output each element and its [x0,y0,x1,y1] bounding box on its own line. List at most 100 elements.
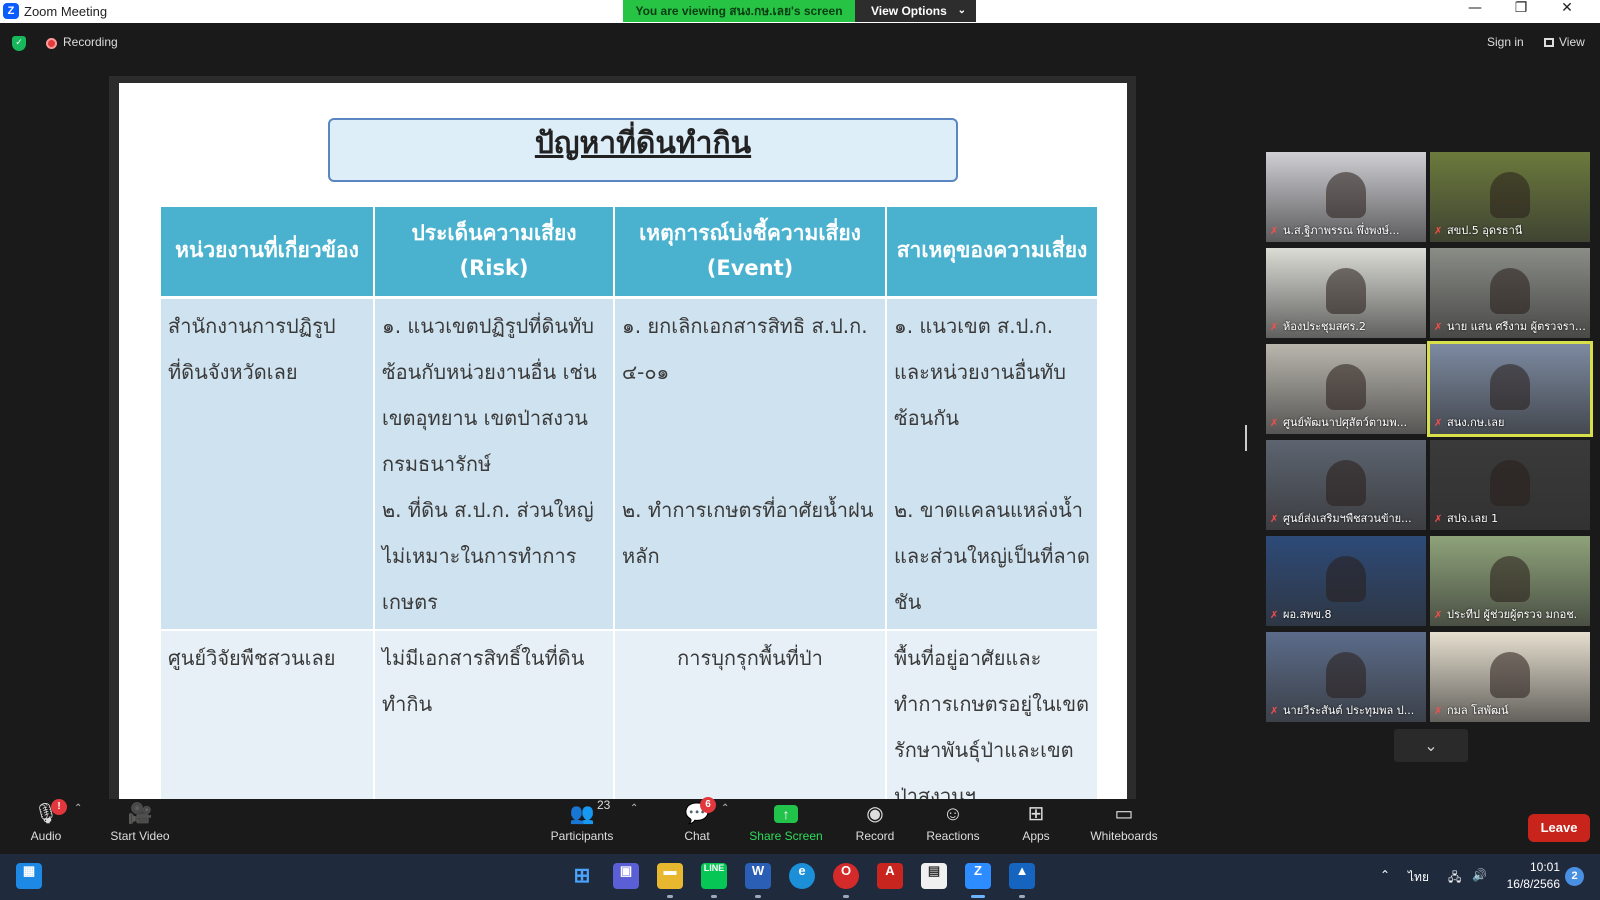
view-options-label: View Options [871,4,947,18]
table-header: เหตุการณ์บ่งชี้ความเสี่ยง (Event) [614,207,887,299]
video-tile[interactable]: ✗ นาย แสน ศรีงาม ผู้ตรวจราช... [1430,248,1590,338]
network-icon[interactable]: 🖧 [1448,868,1461,889]
video-tile[interactable]: ✗ กมล โสพัฒน์ [1430,632,1590,722]
taskbar-clock[interactable]: 10:01 16/8/2566 [1500,859,1560,893]
chevron-down-icon: ⌄ [1424,736,1438,755]
risk-table: หน่วยงานที่เกี่ยวข้อง ประเด็นความเสี่ยง … [161,207,1099,799]
audio-label: Audio [30,829,62,843]
participant-name: สปจ.เลย 1 [1447,512,1499,525]
video-off-icon: 🎥 [127,803,153,825]
chevron-up-icon: ⌃ [721,803,730,814]
participant-name: กมล โสพัฒน์ [1447,704,1509,717]
video-tile[interactable]: ✗ ศูนย์ส่งเสริมฯพืชสวนข้าย... [1266,440,1426,530]
clock-date: 16/8/2566 [1506,877,1560,891]
muted-mic-icon: ✗ [1434,226,1443,237]
video-tile[interactable]: ✗ น.ส.ฐิภาพรรณ พึ่งพงษ์... [1266,152,1426,242]
cause-item: ๑. แนวเขต ส.ป.ก. และหน่วยงานอื่นทับซ้อนก… [894,313,1066,430]
video-tile[interactable]: ✗ นายวีระสันต์ ประทุมพล ป... [1266,632,1426,722]
running-indicator [711,895,717,898]
participant-silhouette [1326,364,1366,410]
gallery-next-page-button[interactable]: ⌄ [1394,729,1468,762]
muted-mic-icon: ✗ [1434,322,1443,333]
event-item: ๒. ทำการเกษตรที่อาศัยน้ำฝนหลัก [622,497,874,568]
notepad-icon[interactable]: ▤ [921,863,947,889]
maximize-button[interactable]: ❐ [1498,0,1544,22]
minimize-button[interactable]: — [1452,0,1498,22]
record-button[interactable]: ◉ Record [850,799,900,854]
audio-button[interactable]: 🎙 Audio ! [22,799,70,854]
teams-chat-icon[interactable]: ▣ [613,863,639,889]
chevron-up-icon[interactable]: ⌃ [1380,868,1390,882]
video-tile[interactable]: ✗ สปจ.เลย 1 [1430,440,1590,530]
input-language-indicator[interactable]: ไทย [1408,868,1429,887]
file-explorer-icon[interactable]: ▬ [657,863,683,889]
photos-icon[interactable]: ▲ [1009,863,1035,889]
close-button[interactable]: ✕ [1544,0,1590,22]
clock-time: 10:01 [1529,860,1560,874]
record-label: Record [855,829,895,843]
apps-icon: ⊞ [1027,803,1045,825]
participant-name: สนง.กษ.เลย [1447,416,1505,429]
word-icon[interactable]: W [745,863,771,889]
share-screen-icon: ↑ [774,805,798,823]
start-menu-icon[interactable]: ⊞ [569,863,595,889]
muted-mic-icon: ✗ [1270,322,1279,333]
participants-button[interactable]: 👥 Participants 23 [549,798,615,854]
volume-icon[interactable]: 🔊 [1472,868,1487,882]
active-app-indicator [971,895,985,898]
video-tile[interactable]: ✗ สนง.กษ.เลย [1427,341,1593,437]
encryption-shield-icon[interactable]: ✓ [12,36,26,51]
edge-browser-icon[interactable]: e [789,863,815,889]
start-video-label: Start Video [110,829,170,843]
line-app-icon[interactable]: LINE [701,863,727,889]
acrobat-icon[interactable]: A [877,863,903,889]
running-indicator [843,895,849,898]
table-header: หน่วยงานที่เกี่ยวข้อง [161,207,375,299]
participant-name: นายวีระสันต์ ประทุมพล ป... [1283,704,1415,717]
video-tile[interactable]: ✗ ประทีป ผู้ช่วยผู้ตรวจ มกอช. [1430,536,1590,626]
recording-label[interactable]: Recording [63,35,118,49]
table-row: ศูนย์วิจัยพืชสวนเลย ไม่มีเอกสารสิทธิ์ในท… [161,629,1099,799]
risk-item: ๒. ที่ดิน ส.ป.ก. ส่วนใหญ่ไม่เหมาะในการทำ… [382,497,594,614]
participant-silhouette [1326,556,1366,602]
reactions-button[interactable]: ☺ Reactions [925,799,981,854]
muted-mic-icon: ✗ [1434,418,1443,429]
video-tile[interactable]: ✗ ห้องประชุมสศร.2 [1266,248,1426,338]
opera-browser-icon[interactable]: O [833,863,859,889]
participant-name: ศูนย์ส่งเสริมฯพืชสวนข้าย... [1283,512,1412,525]
video-tile[interactable]: ✗ ศูนย์พัฒนาปศุสัตว์ตามพ... [1266,344,1426,434]
participant-name: ผอ.สพข.8 [1283,608,1332,621]
sign-in-link[interactable]: Sign in [1487,35,1524,49]
whiteboards-button[interactable]: ▭ Whiteboards [1088,799,1160,854]
chat-button[interactable]: 💬 Chat 6 [675,797,719,854]
window-title: Zoom Meeting [24,4,108,19]
widgets-icon[interactable]: ▦ [16,863,42,889]
video-tile[interactable]: ✗ สขป.5 อุดรธานี [1430,152,1590,242]
gallery-resize-handle[interactable] [1245,425,1247,451]
cause-item: ๒. ขาดแคลนแหล่งน้ำและส่วนใหญ่เป็นที่ลาดช… [894,497,1090,614]
zoom-taskbar-icon[interactable]: Z [965,863,991,889]
apps-button[interactable]: ⊞ Apps [1016,799,1056,854]
participants-label: Participants [550,829,614,843]
audio-options-caret[interactable]: ⌃ [72,799,86,854]
view-button[interactable]: View [1544,35,1585,49]
participants-options-caret[interactable]: ⌃ [628,799,642,854]
table-header: สาเหตุของความเสี่ยง [886,207,1099,299]
chevron-down-icon: ⌄ [957,5,966,16]
chat-unread-badge: 6 [700,797,716,813]
muted-mic-icon: ✗ [1270,226,1279,237]
share-screen-button[interactable]: ↑ Share Screen [749,799,823,854]
table-cell: ๑. แนวเขตปฏิรูปที่ดินทับซ้อนกับหน่วยงานอ… [374,297,615,631]
participant-name: ศูนย์พัฒนาปศุสัตว์ตามพ... [1283,416,1408,429]
leave-button[interactable]: Leave [1528,814,1590,842]
chat-options-caret[interactable]: ⌃ [719,799,733,854]
start-video-button[interactable]: 🎥 Start Video [107,799,173,854]
chevron-up-icon: ⌃ [630,803,639,814]
video-tile[interactable]: ✗ ผอ.สพข.8 [1266,536,1426,626]
whiteboards-label: Whiteboards [1090,829,1158,843]
view-options-button[interactable]: View Options ⌄ [855,0,976,22]
notification-badge[interactable]: 2 [1565,867,1584,886]
slide-title: ปัญหาที่ดินทำกิน [328,118,958,182]
apps-label: Apps [1022,829,1050,843]
muted-mic-icon: ✗ [1270,418,1279,429]
